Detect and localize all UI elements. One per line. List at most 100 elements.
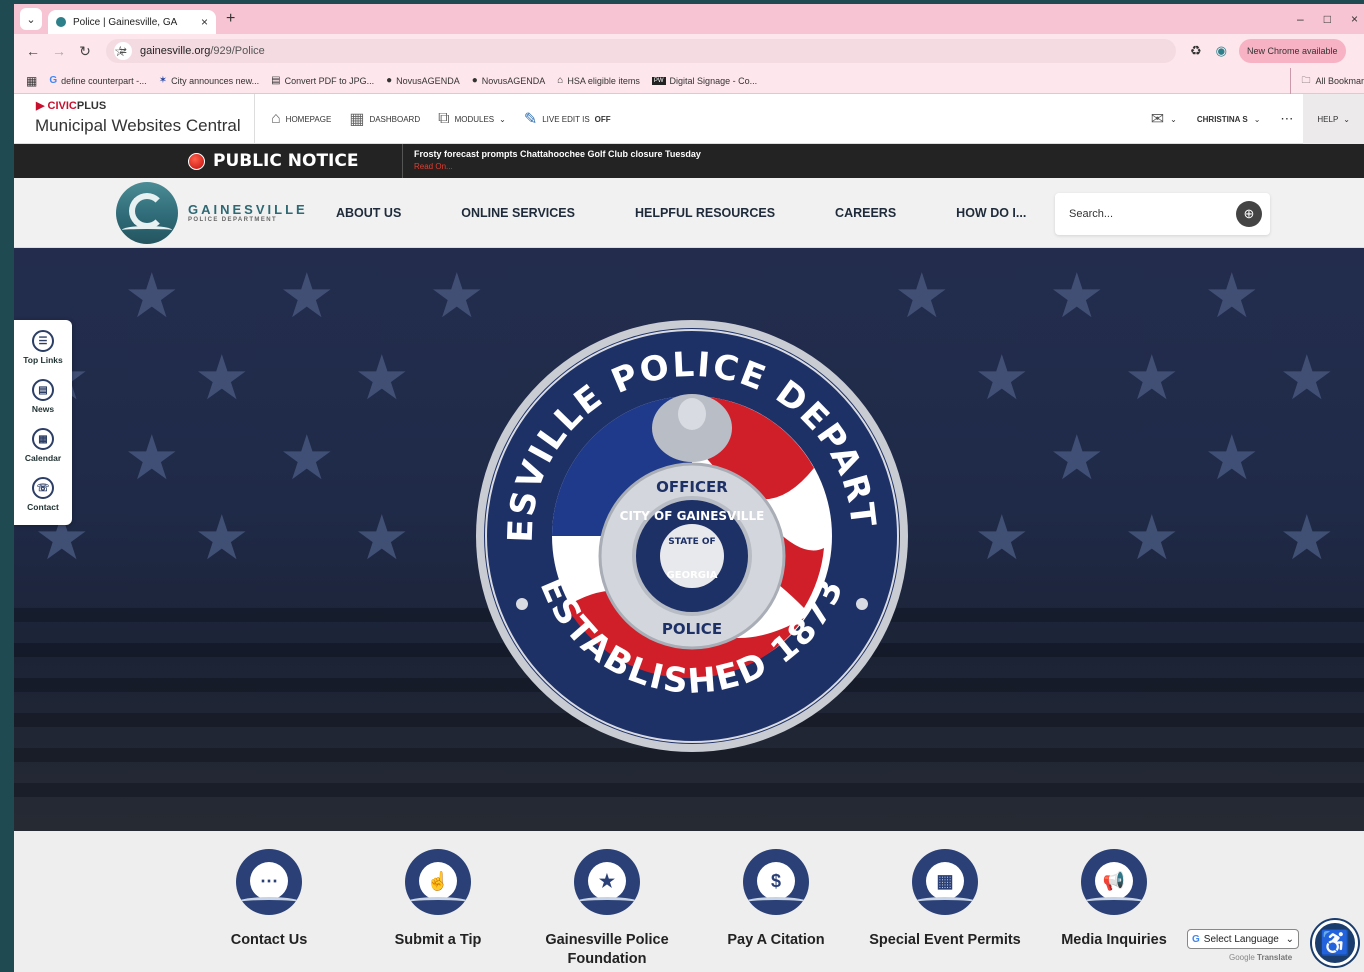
globe-icon: ● <box>386 75 393 86</box>
bookmark-item[interactable]: ⌂ HSA eligible items <box>557 75 640 86</box>
quick-link-label: Pay A Citation <box>727 932 825 948</box>
user-menu[interactable]: CHRISTINA S ⌄ <box>1187 115 1271 124</box>
back-icon[interactable]: ← <box>26 43 40 59</box>
admin-menu: ⌂ HOMEPAGE ▦ DASHBOARD ⧉ MODULES ⌄ ✎ LIVE EDI… <box>254 94 611 144</box>
public-notice-bar: PUBLIC NOTICE Frosty forecast prompts Ch… <box>14 144 1364 178</box>
help-menu[interactable]: HELP ⌄ <box>1303 94 1364 144</box>
logo-name: GAINESVILLE <box>188 202 308 217</box>
star-icon: ★ <box>1204 262 1260 331</box>
brand-civic: CIVIC <box>47 100 77 112</box>
sidebar-item-news[interactable]: ▤ News <box>14 379 72 414</box>
apps-icon[interactable]: ▦ <box>26 74 37 88</box>
language-select[interactable]: G Select Language ⌄ <box>1187 929 1299 949</box>
bookmark-item[interactable]: ▤ Convert PDF to JPG... <box>271 75 374 86</box>
nav-how-do-i[interactable]: HOW DO I... <box>956 206 1026 220</box>
quick-sidebar: ☰ Top Links ▤ News ▦ Calendar ☏ Contact <box>14 320 72 525</box>
star-icon: ★ <box>974 344 1030 413</box>
bookmark-label: City announces new... <box>171 75 260 86</box>
search-input[interactable]: Search... ⊕ <box>1055 193 1270 235</box>
sidebar-item-label: Calendar <box>24 453 62 463</box>
user-name: CHRISTINA S <box>1196 114 1248 124</box>
bookmark-item[interactable]: Gdefine counterpart -... <box>49 75 146 86</box>
quick-link-special-event-permits[interactable]: ▦ Special Event Permits <box>860 849 1030 950</box>
sidebar-item-top-links[interactable]: ☰ Top Links <box>14 330 72 365</box>
seal-georgia-text: GEORGIA <box>667 570 718 581</box>
tab-search-button[interactable]: ⌄ <box>20 8 42 30</box>
nav-careers[interactable]: CAREERS <box>835 206 896 220</box>
flag-stripe <box>14 783 1364 797</box>
sidebar-item-label: Contact <box>27 502 59 512</box>
dashboard-link[interactable]: ▦ DASHBOARD <box>349 109 420 129</box>
sidebar-item-calendar[interactable]: ▦ Calendar <box>14 428 72 463</box>
close-window-icon[interactable]: × <box>1351 12 1358 26</box>
star-person-icon: ✶ <box>158 75 168 86</box>
messages-menu[interactable]: ✉ ⌄ <box>1141 109 1187 129</box>
url-field[interactable]: ⇄ gainesville.org /929/Police ☆ <box>106 39 1176 63</box>
nav-about-us[interactable]: ABOUT US <box>336 206 401 220</box>
homepage-label: HOMEPAGE <box>285 114 332 124</box>
modules-menu[interactable]: ⧉ MODULES ⌄ <box>438 110 506 128</box>
chevron-down-icon: ⌄ <box>1285 933 1294 945</box>
forward-icon[interactable]: → <box>52 43 66 59</box>
bookmark-star-icon[interactable]: ☆ <box>114 44 127 58</box>
chevron-down-icon: ⌄ <box>1253 114 1261 124</box>
notice-read-more-link[interactable]: Read On... <box>414 162 453 171</box>
gainesville-logo[interactable] <box>116 182 178 244</box>
reload-icon[interactable]: ↻ <box>78 43 92 60</box>
homepage-link[interactable]: ⌂ HOMEPAGE <box>271 110 331 128</box>
hero-banner: ★ ★ ★ ★ ★ ★ ★ ★ ★ ★ ★ ★ ★ ★ ★ ★ ★ ★ ★ ★ … <box>14 248 1364 831</box>
bookmark-item[interactable]: ✶ City announces new... <box>159 75 259 86</box>
chat-icon: ⋯ <box>236 849 302 915</box>
seal-city-text: CITY OF GAINESVILLE <box>620 509 765 523</box>
quick-link-submit-a-tip[interactable]: ☝ Submit a Tip <box>353 849 523 950</box>
quick-link-label: Gainesville Police Foundation <box>545 932 669 967</box>
bookmark-item[interactable]: ● NovusAGENDA <box>472 75 546 86</box>
pdf-icon: ▤ <box>271 75 281 86</box>
search-icon[interactable]: ⊕ <box>1236 201 1262 227</box>
close-tab-icon[interactable]: × <box>201 15 208 29</box>
star-icon: ★ <box>1279 344 1335 413</box>
accessibility-icon[interactable]: ♿ <box>1312 920 1358 966</box>
minimize-icon[interactable]: – <box>1297 12 1304 26</box>
sidebar-item-label: Top Links <box>23 355 63 365</box>
logo-g-mark <box>129 193 165 229</box>
quick-link-pay-a-citation[interactable]: $ Pay A Citation <box>691 849 861 950</box>
nav-online-services[interactable]: ONLINE SERVICES <box>461 206 575 220</box>
badge-star-icon: ★ <box>574 849 640 915</box>
quick-link-label: Special Event Permits <box>869 932 1021 948</box>
url-domain: gainesville.org <box>140 45 211 57</box>
bookmark-item[interactable]: PW Digital Signage - Co... <box>651 76 757 86</box>
google-translate-credit[interactable]: Google Translate <box>1229 953 1292 962</box>
receipt-icon: $ <box>743 849 809 915</box>
profile-icon[interactable]: ◉ <box>1216 43 1227 59</box>
all-bookmarks-button[interactable]: 🗀 All Bookmar <box>1290 68 1364 94</box>
star-icon: ★ <box>124 262 180 331</box>
new-chrome-button[interactable]: New Chrome available <box>1239 39 1346 63</box>
admin-right: ✉ ⌄ CHRISTINA S ⌄ ⋯ HELP ⌄ <box>1141 94 1364 144</box>
extensions-icon[interactable]: ♻ <box>1190 43 1202 59</box>
nav-helpful-resources[interactable]: HELPFUL RESOURCES <box>635 206 775 220</box>
sidebar-item-label: News <box>31 404 55 414</box>
bookmark-item[interactable]: ● NovusAGENDA <box>386 75 460 86</box>
quick-link-contact-us[interactable]: ⋯ Contact Us <box>184 849 354 950</box>
admin-toolbar: ▶ CIVICPLUS Municipal Websites Central ⌂… <box>14 94 1364 144</box>
dashboard-icon: ▦ <box>349 111 365 128</box>
sidebar-item-contact[interactable]: ☏ Contact <box>14 477 72 512</box>
list-icon: ☰ <box>32 330 54 352</box>
chevron-down-icon: ⌄ <box>1343 114 1350 124</box>
bookmark-label: Convert PDF to JPG... <box>284 75 375 86</box>
dashboard-label: DASHBOARD <box>369 114 421 124</box>
alert-dot-icon <box>188 152 205 170</box>
browser-tab[interactable]: Police | Gainesville, GA × <box>48 10 216 34</box>
quick-link-police-foundation[interactable]: ★ Gainesville Police Foundation <box>522 849 692 969</box>
maximize-icon[interactable]: □ <box>1324 12 1331 26</box>
apps-grid-icon[interactable]: ⋯ <box>1270 111 1303 127</box>
chevron-down-icon: ⌄ <box>499 114 506 124</box>
notice-headline[interactable]: Frosty forecast prompts Chattahoochee Go… <box>414 149 701 159</box>
quick-link-media-inquiries[interactable]: 📢 Media Inquiries <box>1029 849 1199 950</box>
admin-title: Municipal Websites Central <box>35 116 241 135</box>
new-tab-button[interactable]: + <box>226 10 235 28</box>
live-edit-toggle[interactable]: ✎ LIVE EDIT IS OFF <box>524 109 611 129</box>
star-icon: ★ <box>124 424 180 493</box>
logo-text[interactable]: GAINESVILLE POLICE DEPARTMENT <box>188 202 308 223</box>
